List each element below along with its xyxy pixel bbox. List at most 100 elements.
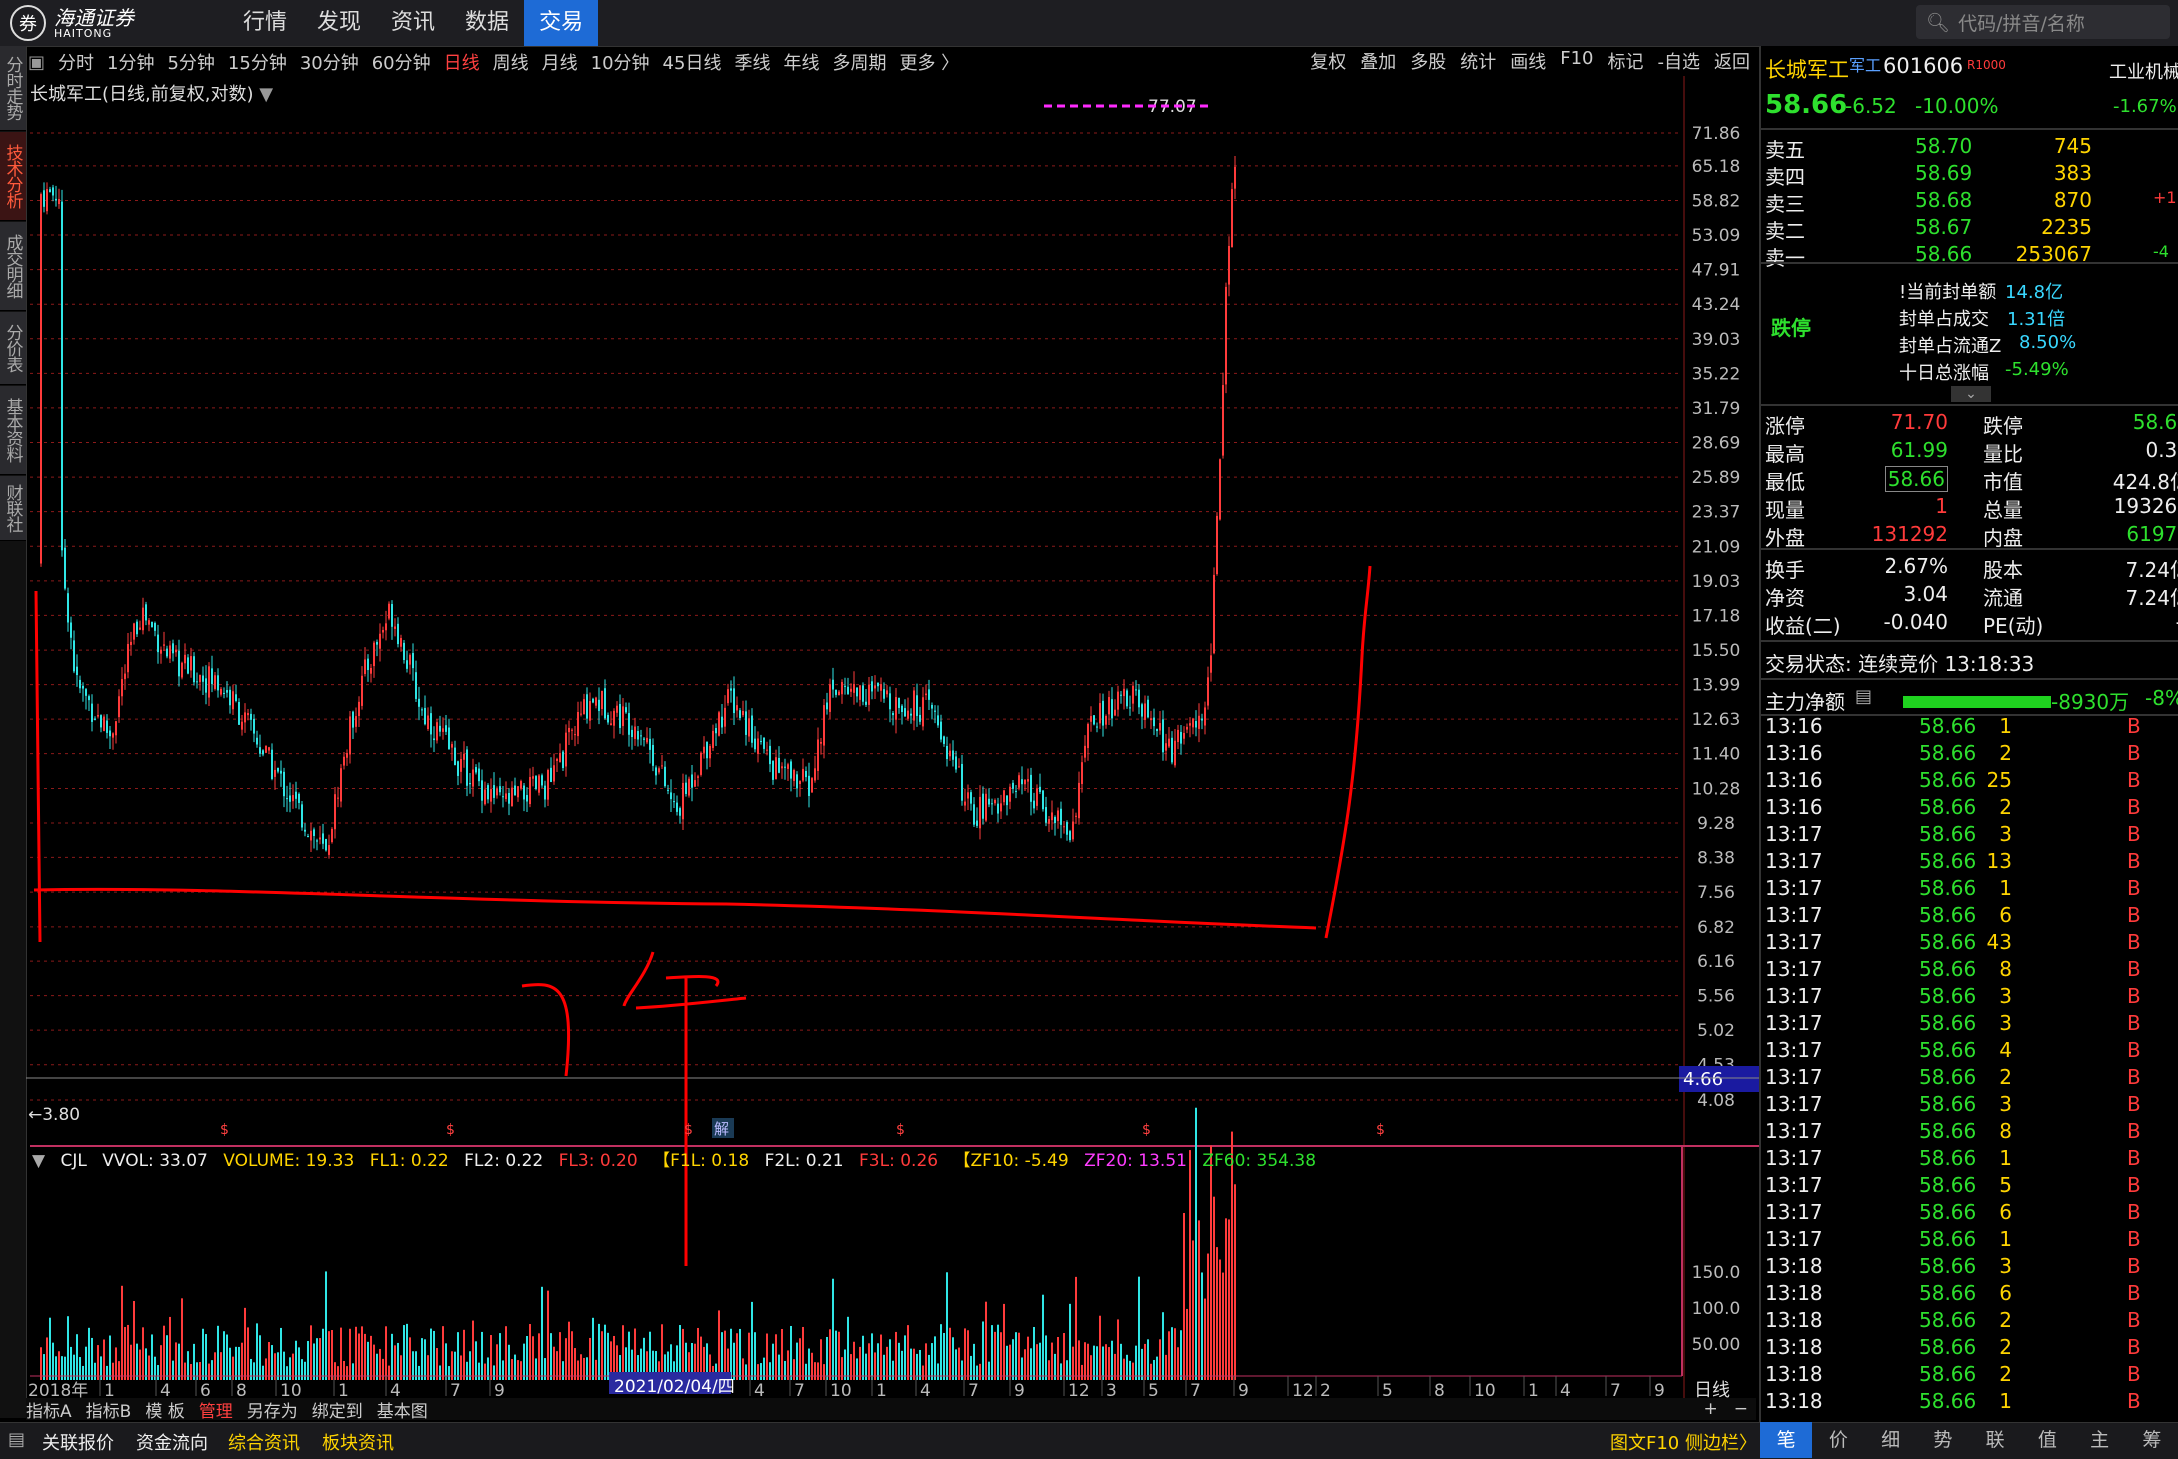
link-sector-news[interactable]: 板块资讯 <box>322 1429 394 1455</box>
expand-icon[interactable]: ⌄ <box>1951 386 1991 402</box>
volume-bar <box>1228 1219 1230 1380</box>
right-tab-6[interactable]: 主 <box>2074 1422 2126 1458</box>
tick-side: B <box>2127 1011 2141 1035</box>
nav-item-3[interactable]: 数据 <box>450 0 524 46</box>
right-tab-0[interactable]: 笔 <box>1760 1422 1813 1458</box>
info-icon[interactable]: ▤ <box>1855 686 1872 707</box>
nav-item-1[interactable]: 发现 <box>302 0 376 46</box>
stock-tag[interactable]: 军工 <box>1849 52 1881 76</box>
right-tab-3[interactable]: 势 <box>1917 1422 1969 1458</box>
sub-tab-1[interactable]: 指标B <box>86 1397 132 1422</box>
dividend-marker[interactable]: $ <box>896 1122 905 1138</box>
tool-0[interactable]: 复权 <box>1310 48 1346 74</box>
candle-body <box>643 738 645 740</box>
sub-tab-6[interactable]: 基本图 <box>377 1397 428 1422</box>
volume-bar <box>661 1324 663 1380</box>
right-tab-1[interactable]: 价 <box>1812 1422 1864 1458</box>
candle-body <box>115 721 117 736</box>
left-tab-5[interactable]: 财联社 <box>0 476 26 541</box>
search-input[interactable]: 🔍︎ 代码/拼音/名称 <box>1916 5 2170 39</box>
tick-side: B <box>2127 930 2141 954</box>
period-0[interactable]: 分时 <box>58 49 94 75</box>
volume-bar <box>592 1317 594 1380</box>
period-1[interactable]: 1分钟 <box>107 49 154 75</box>
left-tab-3[interactable]: 分价表 <box>0 312 26 385</box>
dividend-marker[interactable]: $ <box>446 1122 455 1138</box>
menu-icon[interactable]: ▤ <box>8 1429 25 1450</box>
period-6[interactable]: 日线 <box>444 49 480 75</box>
period-9[interactable]: 10分钟 <box>591 49 650 75</box>
tool-5[interactable]: F10 <box>1560 48 1593 74</box>
stat-label: 最低 <box>1765 470 1805 494</box>
add-icon[interactable]: + <box>1704 1399 1718 1419</box>
volume-bar <box>394 1345 396 1380</box>
right-tab-5[interactable]: 值 <box>2021 1422 2073 1458</box>
tool-3[interactable]: 统计 <box>1460 48 1496 74</box>
nav-item-4[interactable]: 交易 <box>524 0 599 46</box>
tick-price: 58.66 <box>1919 768 1977 792</box>
candle-body <box>1225 286 1227 385</box>
right-tab-4[interactable]: 联 <box>1969 1422 2021 1458</box>
ask-price[interactable]: 58.70 <box>1915 134 1972 158</box>
tool-8[interactable]: 返回 <box>1714 48 1750 74</box>
tick-row: 13:17 58.66 1 B <box>1761 1223 2178 1251</box>
sub-tab-2[interactable]: 模 板 <box>145 1397 184 1422</box>
tool-2[interactable]: 多股 <box>1410 48 1446 74</box>
dividend-marker[interactable]: $ <box>684 1122 693 1138</box>
sub-tab-4[interactable]: 另存为 <box>247 1397 298 1422</box>
kline-chart[interactable]: 71.86 65.18 58.82 53.09 47.91 43.24 39.03 35.22… <box>26 76 1759 1398</box>
indicator-name[interactable]: CJL <box>60 1151 86 1171</box>
link-f10-sidebar[interactable]: 图文F10 侧边栏〉 <box>1610 1429 1757 1455</box>
collapse-icon[interactable]: ▼ <box>32 1151 45 1171</box>
left-tab-2[interactable]: 成交明细 <box>0 222 26 311</box>
indicator-f3l: F3L: 0.26 <box>859 1151 939 1171</box>
nav-item-0[interactable]: 行情 <box>228 0 302 46</box>
period-11[interactable]: 季线 <box>734 49 770 75</box>
left-tab-4[interactable]: 基本资料 <box>0 386 26 475</box>
period-14[interactable]: 更多 〉 <box>899 49 959 75</box>
period-7[interactable]: 周线 <box>493 49 529 75</box>
ask-price[interactable]: 58.68 <box>1915 188 1972 212</box>
right-tab-7[interactable]: 筹 <box>2126 1422 2178 1458</box>
candle-body <box>1099 703 1101 724</box>
ask-price[interactable]: 58.69 <box>1915 161 1972 185</box>
left-tab-1[interactable]: 技术分析 <box>0 132 26 221</box>
period-12[interactable]: 年线 <box>783 49 819 75</box>
tool-7[interactable]: -自选 <box>1658 48 1701 74</box>
tool-4[interactable]: 画线 <box>1510 48 1546 74</box>
sector-name[interactable]: 工业机械 <box>2109 58 2178 84</box>
dividend-marker[interactable]: $ <box>1142 1122 1151 1138</box>
volume-bar <box>952 1337 954 1380</box>
link-news[interactable]: 综合资讯 <box>228 1429 300 1455</box>
volume-bar <box>247 1327 249 1380</box>
sub-tab-3[interactable]: 管理 <box>199 1397 233 1422</box>
dividend-marker[interactable]: $ <box>1376 1122 1385 1138</box>
volume-bar <box>157 1365 159 1380</box>
ask-price[interactable]: 58.67 <box>1915 215 1972 239</box>
stat-label-2: 股本 <box>1983 558 2023 582</box>
left-tab-0[interactable]: 分时走势 <box>0 46 26 131</box>
dividend-marker[interactable]: $ <box>220 1122 229 1138</box>
minus-icon[interactable]: − <box>1734 1399 1748 1419</box>
period-3[interactable]: 15分钟 <box>228 49 287 75</box>
period-4[interactable]: 30分钟 <box>300 49 359 75</box>
link-fund-flow[interactable]: 资金流向 <box>136 1429 208 1455</box>
period-5[interactable]: 60分钟 <box>372 49 431 75</box>
candle-body <box>715 728 717 734</box>
period-10[interactable]: 45日线 <box>663 49 722 75</box>
tool-1[interactable]: 叠加 <box>1360 48 1396 74</box>
chevron-down-icon[interactable]: ▼ <box>259 84 273 105</box>
stat-value: 61.99 <box>1890 438 1948 462</box>
period-8[interactable]: 月线 <box>542 49 578 75</box>
period-2[interactable]: 5分钟 <box>167 49 214 75</box>
tick-row: 13:17 58.66 5 B <box>1761 1169 2178 1197</box>
layout-icon[interactable]: ▣ <box>28 52 45 73</box>
candle-body <box>769 745 771 765</box>
tool-6[interactable]: 标记 <box>1608 48 1644 74</box>
sub-tab-5[interactable]: 绑定到 <box>312 1397 363 1422</box>
right-tab-2[interactable]: 细 <box>1865 1422 1917 1458</box>
period-13[interactable]: 多周期 <box>832 49 886 75</box>
sub-tab-0[interactable]: 指标A <box>26 1397 72 1422</box>
link-related-quote[interactable]: 关联报价 <box>42 1429 114 1455</box>
nav-item-2[interactable]: 资讯 <box>376 0 450 46</box>
